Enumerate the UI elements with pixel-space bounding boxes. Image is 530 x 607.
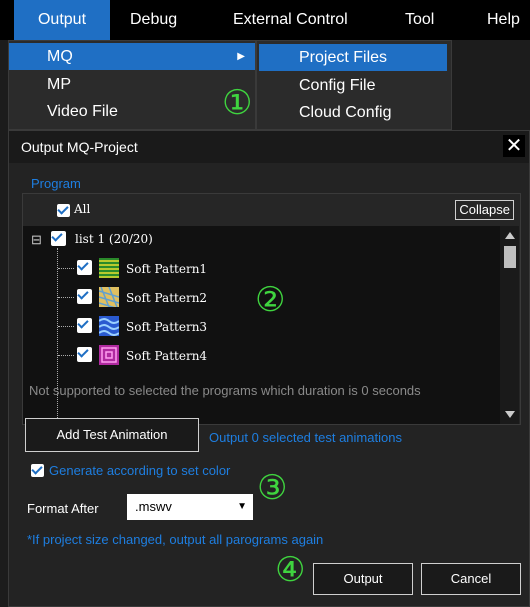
callout-2: ② [255, 280, 286, 320]
tree-scrollbar[interactable] [500, 226, 519, 424]
output-button[interactable]: Output [313, 563, 413, 595]
item-label[interactable]: Soft Pattern1 [126, 262, 207, 276]
item-checkbox[interactable] [77, 347, 92, 362]
menu-help[interactable]: Help [487, 0, 520, 40]
close-icon[interactable]: ✕ [503, 135, 525, 157]
callout-4: ④ [275, 550, 306, 590]
generate-color-checkbox[interactable] [31, 464, 44, 477]
menu-item-mp[interactable]: MP [9, 71, 255, 98]
list-checkbox[interactable] [51, 231, 66, 246]
duration-note: Not supported to selected the programs w… [29, 383, 421, 398]
format-select[interactable]: .mswv ▼ [127, 494, 253, 520]
menu-item-mq-label: MQ [47, 48, 73, 65]
tree-branch [58, 326, 74, 327]
submenu-arrow-icon: ▶ [237, 51, 245, 62]
item-label[interactable]: Soft Pattern3 [126, 320, 207, 334]
program-group-label: Program [31, 176, 81, 191]
generate-color-label[interactable]: Generate according to set color [49, 463, 230, 478]
item-checkbox[interactable] [77, 318, 92, 333]
menu-item-project-files[interactable]: Project Files [259, 44, 447, 71]
cancel-button[interactable]: Cancel [421, 563, 521, 595]
soft-pattern-1-thumbnail [99, 258, 119, 278]
item-checkbox[interactable] [77, 260, 92, 275]
project-size-warning: *If project size changed, output all par… [27, 532, 324, 547]
scroll-down-icon[interactable] [505, 411, 515, 418]
tree-branch [58, 355, 74, 356]
soft-pattern-4-thumbnail [99, 345, 119, 365]
tree-expander-icon[interactable]: ⊟ [31, 232, 42, 248]
soft-pattern-2-thumbnail [99, 287, 119, 307]
item-label[interactable]: Soft Pattern4 [126, 349, 207, 363]
scroll-thumb[interactable] [504, 246, 516, 268]
menu-tool[interactable]: Tool [405, 0, 434, 40]
soft-pattern-3-thumbnail [99, 316, 119, 336]
menu-item-cloud-config[interactable]: Cloud Config [259, 99, 447, 126]
menu-item-config-file[interactable]: Config File [259, 72, 447, 99]
scroll-up-icon[interactable] [505, 232, 515, 239]
dialog-title-bar: Output MQ-Project ✕ [9, 131, 529, 163]
menu-item-mq[interactable]: MQ ▶ [9, 43, 255, 70]
menu-item-video-file[interactable]: Video File [9, 98, 255, 125]
output-mq-project-dialog: Output MQ-Project ✕ Program All Collapse… [8, 130, 530, 607]
output-menu: MQ ▶ MP Video File [8, 40, 256, 130]
list-label: list 1 (20/20) [75, 232, 153, 246]
callout-3: ③ [257, 468, 288, 508]
callout-1: ① [222, 83, 253, 123]
tree-branch [58, 297, 74, 298]
item-label[interactable]: Soft Pattern2 [126, 291, 207, 305]
all-checkbox[interactable] [57, 204, 70, 217]
all-label: All [74, 202, 91, 216]
dialog-title: Output MQ-Project [21, 139, 138, 155]
menu-output[interactable]: Output [14, 0, 110, 40]
menu-debug[interactable]: Debug [130, 0, 177, 40]
item-checkbox[interactable] [77, 289, 92, 304]
format-value: .mswv [135, 499, 172, 514]
tree-branch [58, 268, 74, 269]
add-test-animation-button[interactable]: Add Test Animation [25, 418, 199, 452]
mq-submenu: Project Files Config File Cloud Config [256, 40, 452, 130]
menu-bar: Output Debug External Control Tool Help [0, 0, 530, 40]
test-animation-status: Output 0 selected test animations [209, 430, 402, 445]
menu-external-control[interactable]: External Control [233, 0, 348, 40]
chevron-down-icon: ▼ [237, 501, 247, 512]
collapse-button[interactable]: Collapse [455, 200, 514, 220]
format-label: Format After [27, 501, 99, 516]
